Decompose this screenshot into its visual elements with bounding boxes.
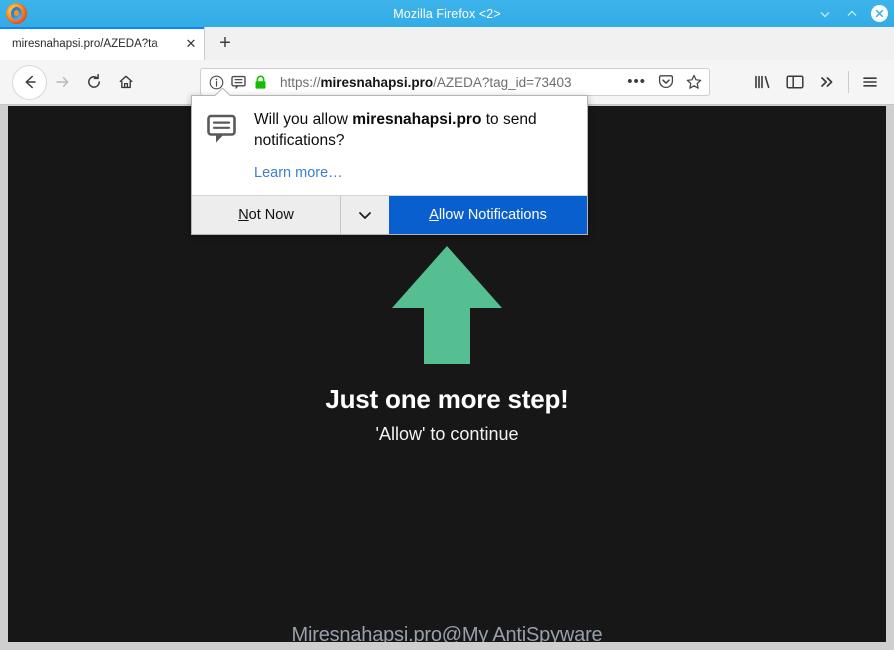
not-now-accesskey: N bbox=[238, 207, 249, 224]
sidebar-button[interactable] bbox=[779, 66, 811, 98]
hamburger-menu-icon bbox=[863, 77, 877, 87]
address-bar[interactable]: https://miresnahapsi.pro/AZEDA?tag_id=73… bbox=[200, 68, 710, 96]
up-arrow-icon bbox=[392, 246, 502, 364]
firefox-logo-icon bbox=[6, 3, 27, 24]
forward-button[interactable] bbox=[46, 66, 78, 98]
urlbar-actions: ••• bbox=[627, 74, 702, 90]
home-button[interactable] bbox=[110, 66, 142, 98]
library-button[interactable] bbox=[747, 66, 779, 98]
sidebar-icon bbox=[786, 75, 804, 89]
firefox-window: Mozilla Firefox <2> miresnahapsi.pro/AZE… bbox=[0, 0, 894, 650]
notification-permission-icon[interactable] bbox=[231, 75, 247, 90]
popup-texts: Will you allow miresnahapsi.pro to send … bbox=[254, 110, 571, 181]
window-titlebar: Mozilla Firefox <2> bbox=[0, 0, 894, 27]
not-now-button[interactable]: Not Now bbox=[192, 196, 341, 235]
chevron-down-icon bbox=[359, 212, 371, 220]
speech-bubble-notification-icon bbox=[206, 113, 240, 147]
popup-question: Will you allow miresnahapsi.pro to send … bbox=[254, 110, 571, 151]
reload-button[interactable] bbox=[78, 66, 110, 98]
back-button[interactable] bbox=[13, 65, 46, 99]
url-host: miresnahapsi.pro bbox=[320, 74, 434, 90]
star-bookmark-icon[interactable] bbox=[686, 74, 702, 90]
question-prefix: Will you allow bbox=[254, 111, 353, 128]
tab-strip: miresnahapsi.pro/AZEDA?ta ✕ + bbox=[0, 27, 894, 61]
chevron-double-right-icon bbox=[821, 77, 833, 87]
tab-title: miresnahapsi.pro/AZEDA?ta bbox=[12, 37, 158, 50]
toolbar-right-buttons bbox=[747, 66, 886, 98]
popup-dropdown-button[interactable] bbox=[341, 196, 389, 234]
page-hero: Just one more step! 'Allow' to continue bbox=[8, 246, 886, 445]
notification-permission-popup: Will you allow miresnahapsi.pro to send … bbox=[191, 95, 588, 236]
new-tab-button[interactable]: + bbox=[205, 27, 245, 60]
browser-tab[interactable]: miresnahapsi.pro/AZEDA?ta ✕ bbox=[0, 27, 205, 60]
arrow-head bbox=[392, 246, 502, 308]
maximize-icon[interactable] bbox=[844, 6, 859, 21]
library-icon bbox=[755, 75, 770, 89]
tab-close-icon[interactable]: ✕ bbox=[182, 36, 200, 52]
url-scheme: https:// bbox=[280, 74, 321, 90]
close-icon[interactable] bbox=[871, 5, 888, 22]
popup-footer: Not Now Allow Notifications bbox=[192, 195, 587, 235]
window-controls bbox=[817, 0, 888, 27]
pocket-icon[interactable] bbox=[658, 74, 674, 90]
app-menu-button[interactable] bbox=[854, 66, 886, 98]
forward-arrow-icon bbox=[56, 76, 69, 88]
reload-icon bbox=[88, 73, 100, 88]
toolbar-separator bbox=[848, 71, 849, 93]
window-title: Mozilla Firefox <2> bbox=[393, 6, 501, 21]
overflow-button[interactable] bbox=[811, 66, 843, 98]
allow-rest: llow Notifications bbox=[438, 207, 547, 224]
watermark-text: Miresnahapsi.pro@My AntiSpyware bbox=[291, 624, 603, 642]
not-now-rest: ot Now bbox=[248, 207, 294, 224]
page-actions-button[interactable]: ••• bbox=[627, 74, 646, 89]
back-arrow-icon bbox=[25, 75, 36, 89]
page-headline: Just one more step! bbox=[325, 384, 569, 414]
padlock-secure-icon[interactable] bbox=[254, 75, 267, 90]
page-subline: 'Allow' to continue bbox=[375, 424, 519, 444]
minimize-icon[interactable] bbox=[817, 6, 832, 21]
allow-accesskey: A bbox=[429, 207, 439, 224]
allow-notifications-button[interactable]: Allow Notifications bbox=[389, 196, 587, 235]
popup-pointer bbox=[215, 88, 231, 96]
home-icon bbox=[119, 75, 133, 89]
question-host: miresnahapsi.pro bbox=[352, 111, 482, 128]
url-path: /AZEDA?tag_id=73403 bbox=[433, 74, 572, 90]
popup-body: Will you allow miresnahapsi.pro to send … bbox=[192, 96, 587, 195]
url-text[interactable]: https://miresnahapsi.pro/AZEDA?tag_id=73… bbox=[280, 75, 619, 90]
learn-more-link[interactable]: Learn more… bbox=[254, 165, 571, 181]
arrow-stem bbox=[424, 307, 470, 364]
